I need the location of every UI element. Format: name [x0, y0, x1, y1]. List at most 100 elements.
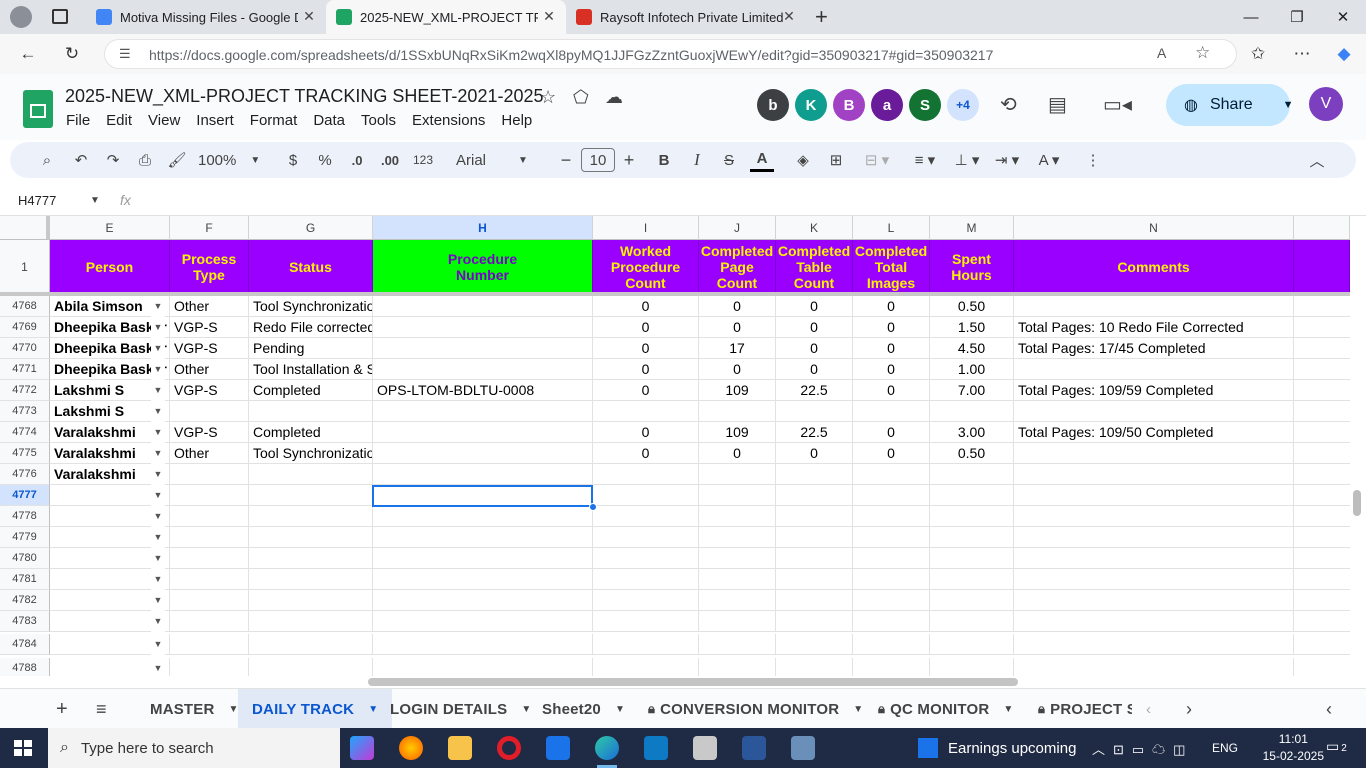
table-cell[interactable] — [853, 506, 930, 527]
table-cell[interactable] — [1014, 443, 1294, 464]
maximize-icon[interactable]: ❐ — [1274, 0, 1320, 34]
more-toolbar-icon[interactable]: ⋮ — [1082, 148, 1104, 172]
table-cell[interactable]: 7.00 — [930, 380, 1014, 401]
person-dropdown-icon[interactable]: ▼ — [151, 317, 165, 338]
table-cell[interactable]: Other — [170, 359, 249, 380]
decrease-font-size-icon[interactable]: − — [555, 148, 577, 172]
table-cell[interactable] — [699, 464, 776, 485]
tab-actions-icon[interactable] — [52, 9, 68, 24]
table-cell[interactable] — [170, 527, 249, 548]
row-header[interactable]: 4773 — [0, 401, 50, 422]
table-cell[interactable] — [373, 317, 593, 338]
decrease-decimal-button[interactable]: .0 — [344, 148, 370, 172]
table-cell[interactable]: 17 — [699, 338, 776, 359]
increase-font-size-icon[interactable]: + — [618, 148, 640, 172]
table-cell[interactable] — [373, 548, 593, 569]
copilot-app-icon[interactable] — [350, 736, 374, 760]
table-cell[interactable] — [1014, 634, 1294, 655]
table-cell[interactable] — [1014, 611, 1294, 632]
table-cell[interactable] — [1014, 527, 1294, 548]
currency-format-button[interactable]: $ — [282, 148, 304, 172]
calculator-icon[interactable] — [693, 736, 717, 760]
row-header[interactable]: 4780 — [0, 548, 50, 569]
table-cell[interactable] — [853, 634, 930, 655]
document-title[interactable]: 2025-NEW_XML-PROJECT TRACKING SHEET-2021… — [65, 86, 544, 107]
table-cell[interactable] — [249, 527, 373, 548]
table-cell[interactable]: Completed — [249, 380, 373, 401]
scroll-tabs-right-icon[interactable]: › — [1186, 689, 1192, 729]
table-cell[interactable] — [930, 611, 1014, 632]
table-cell[interactable]: 0 — [593, 359, 699, 380]
person-dropdown-icon[interactable]: ▼ — [151, 422, 165, 443]
table-cell[interactable]: Other — [170, 443, 249, 464]
fill-handle[interactable] — [589, 503, 597, 511]
search-menus-icon[interactable]: ⌕ — [36, 148, 58, 172]
table-cell[interactable] — [249, 464, 373, 485]
table-cell[interactable] — [170, 611, 249, 632]
table-cell[interactable] — [373, 359, 593, 380]
person-dropdown-icon[interactable]: ▼ — [151, 590, 165, 611]
table-cell[interactable] — [930, 569, 1014, 590]
scroll-tabs-left-icon[interactable]: ‹ — [1146, 689, 1151, 729]
table-cell[interactable] — [593, 590, 699, 611]
column-header-j[interactable]: J — [699, 216, 776, 240]
header-spent-hours[interactable]: Spent Hours — [930, 240, 1014, 294]
horizontal-align-icon[interactable]: ≡ ▾ — [908, 148, 942, 172]
table-cell[interactable] — [170, 485, 249, 506]
percent-format-button[interactable]: % — [314, 148, 336, 172]
version-history-icon[interactable]: ⟲ — [1000, 92, 1017, 117]
header-person[interactable]: Person — [50, 240, 170, 294]
table-cell[interactable] — [373, 569, 593, 590]
close-window-icon[interactable]: ✕ — [1320, 0, 1366, 34]
header-completed-total-images[interactable]: Completed Total Images — [853, 240, 930, 294]
person-dropdown-icon[interactable]: ▼ — [151, 359, 165, 380]
table-cell[interactable] — [776, 548, 853, 569]
menu-view[interactable]: View — [140, 110, 188, 131]
table-cell[interactable] — [170, 569, 249, 590]
table-cell[interactable]: Total Pages: 109/50 Completed — [1014, 422, 1294, 443]
column-header-i[interactable]: I — [593, 216, 699, 240]
more-collaborators[interactable]: +4 — [947, 89, 979, 121]
table-cell[interactable] — [699, 590, 776, 611]
table-cell[interactable] — [170, 548, 249, 569]
table-cell[interactable]: 1.00 — [930, 359, 1014, 380]
menu-edit[interactable]: Edit — [98, 110, 140, 131]
table-cell[interactable] — [853, 590, 930, 611]
menu-tools[interactable]: Tools — [353, 110, 404, 131]
remote-desktop-icon[interactable] — [791, 736, 815, 760]
row-header[interactable]: 4778 — [0, 506, 50, 527]
table-cell[interactable]: Completed — [249, 422, 373, 443]
table-cell[interactable] — [699, 506, 776, 527]
table-cell[interactable] — [593, 569, 699, 590]
menu-data[interactable]: Data — [305, 110, 353, 131]
table-cell[interactable]: 4.50 — [930, 338, 1014, 359]
redo-icon[interactable]: ↷ — [102, 148, 124, 172]
font-select[interactable]: Arial ▼ — [456, 148, 536, 172]
table-cell[interactable]: Redo File corrected — [249, 317, 373, 338]
sheet-tab-qc-monitor[interactable]: 🔒︎ QC MONITOR ▼ — [866, 689, 1025, 729]
bold-button[interactable]: B — [653, 148, 675, 172]
table-cell[interactable]: Tool Installation & Sync — [249, 359, 373, 380]
column-header-l[interactable]: L — [853, 216, 930, 240]
sheet-tab-login-details[interactable]: LOGIN DETAILS ▼ — [378, 689, 543, 729]
table-cell[interactable] — [593, 506, 699, 527]
select-all-corner[interactable] — [0, 216, 50, 240]
sheet-tab-master[interactable]: MASTER ▼ — [138, 689, 251, 729]
table-cell[interactable] — [249, 506, 373, 527]
person-dropdown-icon[interactable]: ▼ — [151, 464, 165, 485]
vertical-scroll-thumb[interactable] — [1353, 490, 1361, 516]
row-header[interactable]: 4779 — [0, 527, 50, 548]
header-procedure-number[interactable]: Procedure Number — [373, 240, 593, 294]
column-header-k[interactable]: K — [776, 216, 853, 240]
table-cell[interactable] — [776, 569, 853, 590]
table-cell[interactable] — [249, 590, 373, 611]
table-cell[interactable] — [930, 590, 1014, 611]
table-cell[interactable] — [373, 634, 593, 655]
table-cell[interactable]: 0 — [593, 443, 699, 464]
table-cell[interactable] — [1014, 569, 1294, 590]
table-cell[interactable] — [373, 506, 593, 527]
table-cell[interactable]: Pending — [249, 338, 373, 359]
borders-icon[interactable]: ⊞ — [825, 148, 847, 172]
app-icon[interactable] — [644, 736, 668, 760]
more-options-icon[interactable]: ⋯ — [1288, 41, 1316, 67]
